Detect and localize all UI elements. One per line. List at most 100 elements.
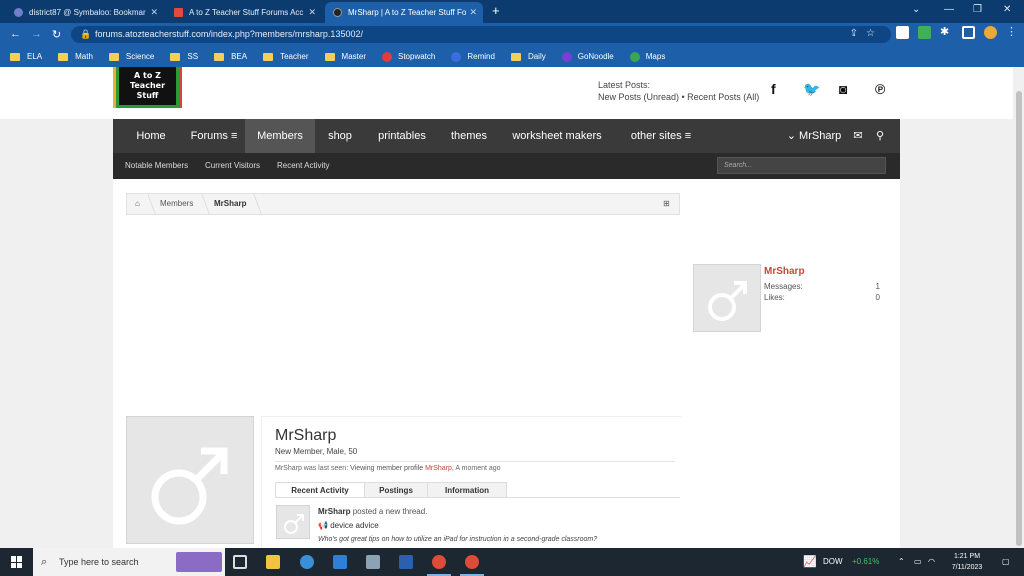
reload-icon[interactable]: ↻	[52, 28, 61, 41]
bookmark-math[interactable]: Math	[58, 52, 93, 61]
subnav-recent-activity[interactable]: Recent Activity	[277, 153, 329, 179]
extension-icon[interactable]	[896, 26, 909, 39]
browser-tab-gmail[interactable]: A to Z Teacher Stuff Forums Acc ✕	[166, 2, 322, 23]
profile-avatar[interactable]	[984, 26, 997, 39]
url-text[interactable]: forums.atozteacherstuff.com/index.php?me…	[95, 29, 363, 39]
menu-icon[interactable]: ⋮	[1006, 26, 1019, 39]
chrome-profile-icon[interactable]	[465, 555, 479, 569]
home-icon[interactable]: ⌂	[135, 194, 140, 214]
camera-icon[interactable]	[366, 555, 380, 569]
notification-icon[interactable]: ▢	[1002, 548, 1010, 576]
site-logo[interactable]: A to Z Teacher Stuff	[113, 67, 182, 108]
menu-icon: ≡	[230, 130, 238, 142]
word-icon[interactable]	[399, 555, 413, 569]
file-explorer-icon[interactable]	[266, 555, 280, 569]
bookmark-stopwatch[interactable]: Stopwatch	[382, 51, 435, 62]
bookmark-science[interactable]: Science	[108, 52, 154, 61]
facebook-icon[interactable]: f	[771, 81, 776, 97]
close-icon[interactable]: ✕	[469, 7, 477, 18]
restore-icon[interactable]: ❐	[973, 4, 982, 15]
bookmark-bea[interactable]: BEA	[214, 52, 247, 61]
close-window-icon[interactable]: ✕	[1003, 4, 1011, 15]
scrollbar[interactable]	[1013, 67, 1024, 548]
alert-icon[interactable]: ⚲	[871, 119, 889, 153]
minimize-icon[interactable]: —	[944, 4, 954, 15]
profile-panel: MrSharp New Member, Male, 50 MrSharp was…	[261, 416, 681, 548]
web-page: A to Z Teacher Stuff Latest Posts: New P…	[0, 67, 1013, 548]
breadcrumb-members[interactable]: Members	[160, 194, 193, 214]
back-icon[interactable]: ←	[10, 28, 21, 40]
nav-worksheet-makers[interactable]: worksheet makers	[507, 119, 607, 153]
puzzle-icon[interactable]: ✱	[940, 26, 953, 39]
browser-tab-symbaloo[interactable]: district87 @ Symbaloo: Bookmar ✕	[6, 2, 164, 23]
close-icon[interactable]: ✕	[150, 7, 158, 18]
bookmark-ela[interactable]: ELA	[10, 52, 42, 61]
address-bar[interactable]: 🔒 forums.atozteacherstuff.com/index.php?…	[71, 26, 891, 43]
close-icon[interactable]: ✕	[308, 7, 316, 18]
wifi-icon[interactable]: ◠	[928, 548, 935, 576]
subnav-current-visitors[interactable]: Current Visitors	[205, 153, 260, 179]
mail-icon[interactable]: ✉	[849, 119, 867, 153]
nav-other-sites[interactable]: other sites ≡	[619, 119, 703, 153]
extension-icon[interactable]	[918, 26, 931, 39]
profile-title: New Member, Male, 50	[275, 447, 358, 456]
chrome-icon[interactable]	[432, 555, 446, 569]
nav-printables[interactable]: printables	[371, 119, 433, 153]
latest-posts-links[interactable]: New Posts (Unread) • Recent Posts (All)	[598, 91, 759, 103]
bookmark-star-icon[interactable]: ☆	[866, 28, 883, 39]
sidebar-username[interactable]: MrSharp	[764, 266, 805, 277]
activity-user-link[interactable]: MrSharp	[318, 507, 350, 516]
forward-icon[interactable]: →	[31, 28, 42, 40]
sitemap-icon[interactable]: ⊞	[663, 194, 670, 214]
tab-postings[interactable]: Postings	[364, 482, 428, 498]
nav-home[interactable]: Home	[127, 119, 175, 153]
ticker-change[interactable]: +0.61%	[852, 548, 879, 576]
windows-start-icon[interactable]	[11, 556, 23, 568]
stock-chart-icon[interactable]: 📈	[803, 548, 817, 576]
tray-chevron-icon[interactable]: ⌃	[898, 548, 905, 576]
nav-themes[interactable]: themes	[443, 119, 495, 153]
avatar[interactable]	[276, 505, 310, 539]
browser-tab-mrsharp[interactable]: MrSharp | A to Z Teacher Stuff Fo ✕	[325, 2, 483, 23]
twitter-icon[interactable]: 🐦	[803, 81, 820, 98]
new-tab-button[interactable]: +	[492, 3, 500, 18]
instagram-icon[interactable]: ◙	[839, 81, 847, 97]
bookmark-master[interactable]: Master	[324, 52, 366, 61]
tab-title: district87 @ Symbaloo: Bookmar	[29, 8, 146, 17]
share-icon[interactable]: ⇪	[850, 28, 866, 39]
nav-shop[interactable]: shop	[319, 119, 361, 153]
last-seen: MrSharp was last seen: Viewing member pr…	[275, 465, 501, 472]
avatar[interactable]	[693, 264, 761, 332]
app-icon[interactable]	[333, 555, 347, 569]
bookmark-daily[interactable]: Daily	[510, 52, 546, 61]
folder-icon	[263, 52, 274, 61]
nav-members[interactable]: Members	[245, 119, 315, 153]
pinterest-icon[interactable]: ℗	[875, 81, 885, 97]
last-seen-link[interactable]: MrSharp	[425, 465, 452, 472]
bookmark-remind[interactable]: Remind	[451, 51, 495, 62]
search-input[interactable]: Search...	[717, 157, 886, 174]
breadcrumb: ⌂ Members MrSharp ⊞	[126, 193, 680, 215]
task-view-icon[interactable]	[233, 555, 247, 569]
avatar[interactable]	[126, 416, 254, 544]
folder-icon	[58, 52, 69, 61]
bookmark-maps[interactable]: Maps	[629, 51, 665, 62]
nav-user[interactable]: ⌄ MrSharp	[783, 119, 845, 153]
bookmark-ss[interactable]: SS	[170, 52, 198, 61]
bookmark-gonoodle[interactable]: GoNoodle	[561, 51, 614, 62]
sidepanel-icon[interactable]	[962, 26, 975, 39]
lock-icon[interactable]: 🔒	[80, 29, 91, 40]
app-icon[interactable]	[300, 555, 314, 569]
activity-thread[interactable]: 📢 device advice	[318, 521, 379, 530]
nav-forums[interactable]: Forums ≡	[183, 119, 245, 153]
tab-search-icon[interactable]: ⌄	[912, 4, 920, 15]
ticker-name[interactable]: DOW	[823, 548, 843, 576]
latest-posts: Latest Posts: New Posts (Unread) • Recen…	[598, 79, 759, 103]
tab-information[interactable]: Information	[427, 482, 507, 498]
breadcrumb-mrsharp[interactable]: MrSharp	[214, 194, 246, 214]
tab-recent-activity[interactable]: Recent Activity	[275, 482, 365, 498]
bookmark-teacher[interactable]: Teacher	[263, 52, 309, 61]
battery-icon[interactable]: ▭	[914, 548, 922, 576]
subnav-notable-members[interactable]: Notable Members	[125, 153, 188, 179]
taskbar-clock[interactable]: 1:21 PM 7/11/2023	[942, 551, 992, 573]
